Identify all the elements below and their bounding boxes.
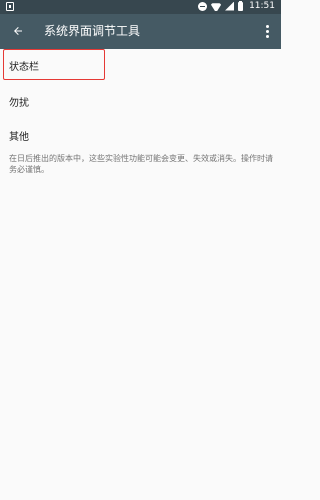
list-item-status-bar[interactable]: 状态栏 (0, 49, 281, 81)
battery-icon (238, 0, 244, 11)
wifi-icon (211, 1, 221, 11)
app-bar: 系统界面调节工具 (0, 14, 281, 49)
settings-list: 状态栏 勿扰 其他 (0, 49, 281, 151)
do-not-disturb-icon (198, 1, 208, 11)
back-button[interactable] (6, 19, 30, 43)
list-item-other[interactable]: 其他 (0, 119, 281, 151)
arrow-back-icon (14, 27, 22, 35)
status-time: 11:51 (249, 1, 275, 11)
status-right: 11:51 (198, 0, 275, 11)
list-item-label: 其他 (9, 131, 29, 143)
experimental-note: 在日后推出的版本中，这些实验性功能可能会变更、失效或消失。操作时请务必谨慎。 (9, 154, 273, 174)
more-vert-icon-dot (265, 34, 269, 38)
list-item-do-not-disturb[interactable]: 勿扰 (0, 85, 281, 117)
list-item-label: 状态栏 (9, 61, 39, 73)
status-bar: 11:51 (0, 0, 281, 14)
notification-icon (6, 2, 14, 11)
more-options-button[interactable] (259, 19, 275, 43)
status-left (6, 2, 14, 14)
page-title: 系统界面调节工具 (44, 24, 141, 38)
more-vert-icon-dot (265, 29, 269, 33)
signal-icon (225, 2, 234, 11)
more-vert-icon-dot (265, 24, 269, 28)
list-item-label: 勿扰 (9, 97, 29, 109)
